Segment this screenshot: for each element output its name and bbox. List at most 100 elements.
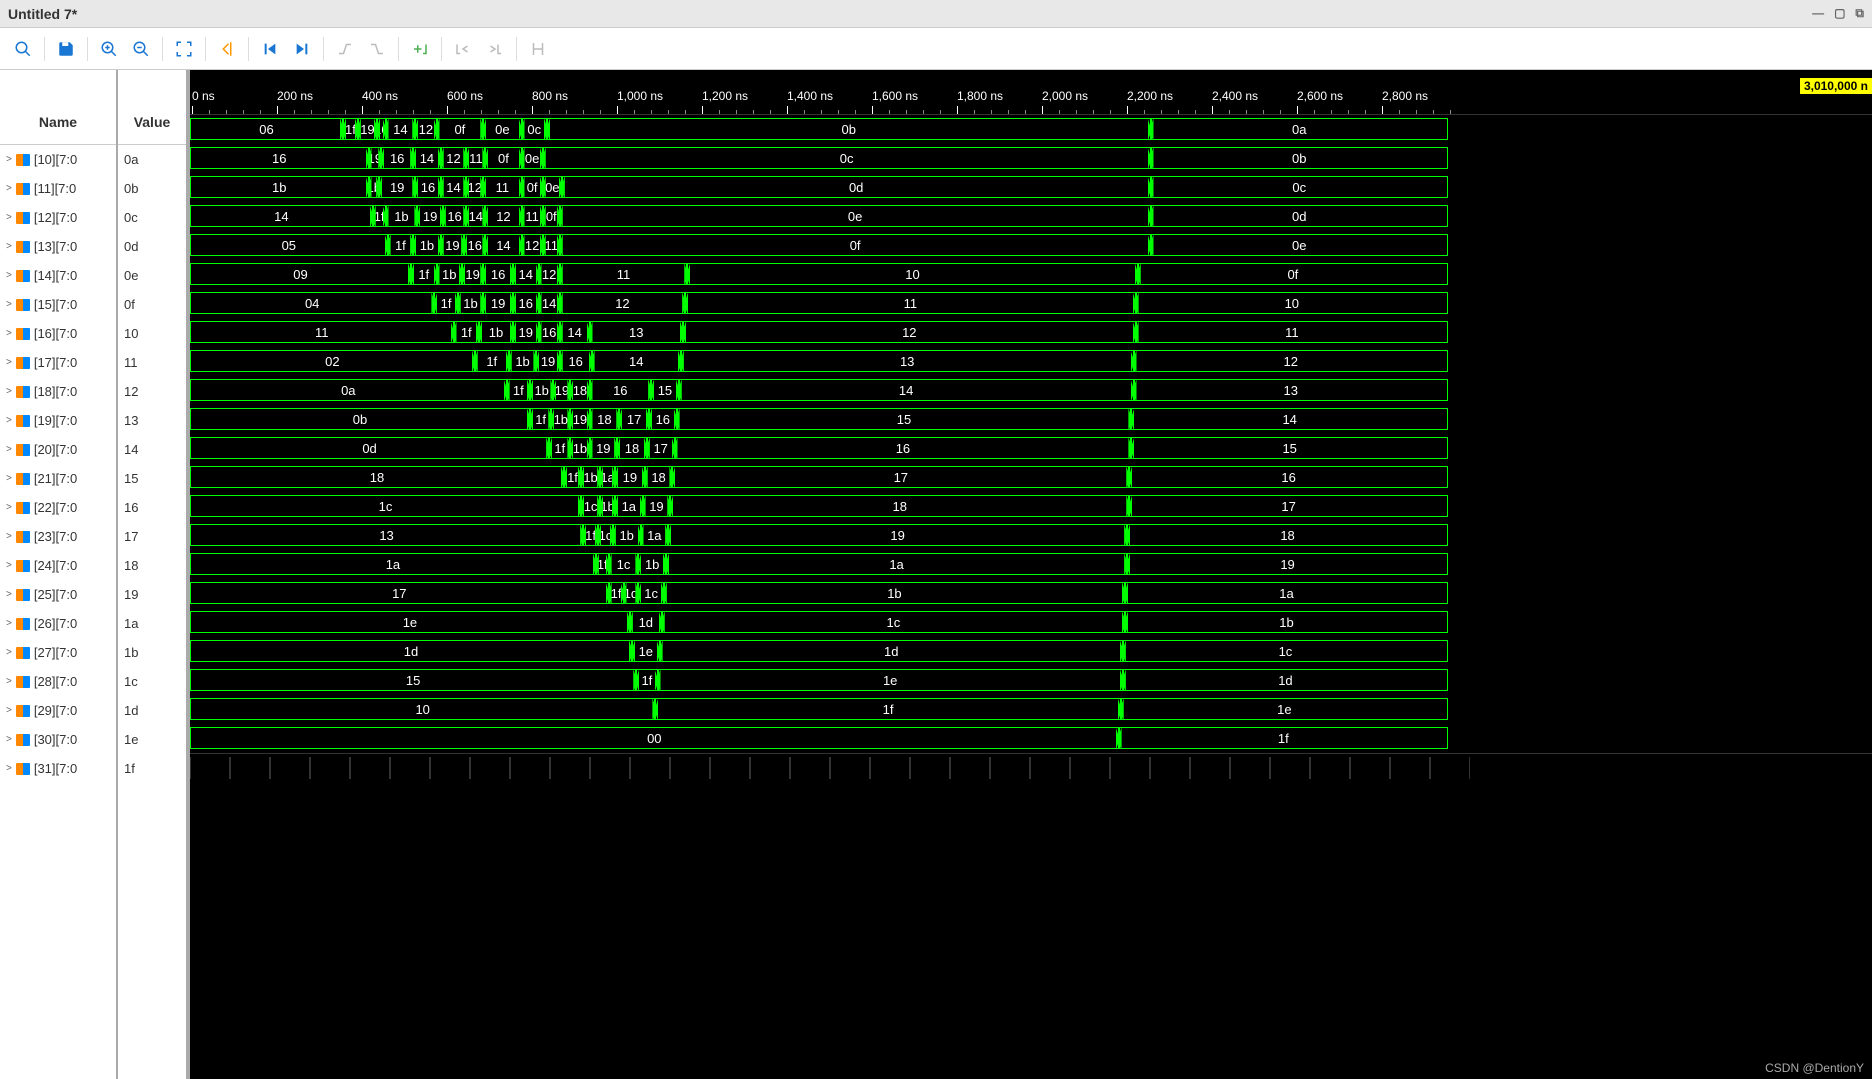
waveform-row[interactable]: 041f1b191614121110 (190, 289, 1872, 318)
waveform-row[interactable]: 171f1d1c1b1a (190, 579, 1872, 608)
expand-icon[interactable]: > (6, 299, 12, 310)
expand-icon[interactable]: > (6, 618, 12, 629)
waveform-row[interactable]: 0b1f1b191817161514 (190, 405, 1872, 434)
wave-segment: 12 (683, 321, 1136, 343)
signal-name-row[interactable]: > [10][7:0 (0, 145, 116, 174)
expand-icon[interactable]: > (6, 357, 12, 368)
wave-segment: 14 (1131, 408, 1448, 430)
expand-icon[interactable]: > (6, 560, 12, 571)
signal-name-row[interactable]: >[29][7:0 (0, 696, 116, 725)
expand-icon[interactable]: > (6, 415, 12, 426)
wave-segment: 19 (668, 524, 1127, 546)
save-icon[interactable] (51, 34, 81, 64)
expand-icon[interactable]: > (6, 473, 12, 484)
last-edge-icon[interactable] (287, 34, 317, 64)
waveform-row[interactable]: 111f1b191614131211 (190, 318, 1872, 347)
signal-name: [15][7:0 (34, 297, 77, 312)
signal-name-row[interactable]: >[20][7:0 (0, 435, 116, 464)
expand-icon[interactable]: > (6, 328, 12, 339)
scrollbar-track[interactable] (190, 753, 1872, 782)
signal-name-row[interactable]: >[18][7:0 (0, 377, 116, 406)
signal-name-row[interactable]: >[24][7:0 (0, 551, 116, 580)
expand-icon[interactable]: > (6, 763, 12, 774)
expand-icon[interactable]: > (6, 705, 12, 716)
signal-name-row[interactable]: >[25][7:0 (0, 580, 116, 609)
signal-name-row[interactable]: >[27][7:0 (0, 638, 116, 667)
waveform-row[interactable]: 151f1e1d (190, 666, 1872, 695)
signal-name-row[interactable]: >[13][7:0 (0, 232, 116, 261)
waveform-row[interactable]: 141f1b19161412110f0e0d (190, 202, 1872, 231)
signal-name-row[interactable]: >[12][7:0 (0, 203, 116, 232)
expand-icon[interactable]: > (6, 183, 12, 194)
zoom-fit-icon[interactable] (169, 34, 199, 64)
expand-icon[interactable]: > (6, 502, 12, 513)
bus-icon (16, 531, 30, 543)
wave-segment: 12 (466, 176, 483, 198)
wave-segment: 1b (551, 408, 570, 430)
minimize-icon[interactable]: — (1812, 6, 1824, 21)
wave-segment: 15 (190, 669, 636, 691)
signal-name-row[interactable]: >[21][7:0 (0, 464, 116, 493)
waveform-row[interactable]: 131f1c1b1a1918 (190, 521, 1872, 550)
signal-name-row[interactable]: >[11][7:0 (0, 174, 116, 203)
signal-name-row[interactable]: > [15][7:0 (0, 290, 116, 319)
wave-segment: 0e (522, 147, 543, 169)
signal-name-row[interactable]: >[30][7:0 (0, 725, 116, 754)
expand-icon[interactable]: > (6, 531, 12, 542)
signal-name-row[interactable]: >[19][7:0 (0, 406, 116, 435)
waveform-area[interactable]: 3,010,000 n 0 ns200 ns400 ns600 ns800 ns… (190, 70, 1872, 1079)
wave-segment: 19 (553, 379, 570, 401)
signal-name-row[interactable]: > [26][7:0 (0, 609, 116, 638)
waveform-row[interactable]: 1d1e1d1c (190, 637, 1872, 666)
waveform-row[interactable]: 181f1b1a19181716 (190, 463, 1872, 492)
expand-icon[interactable]: > (6, 270, 12, 281)
signal-name: [26][7:0 (34, 616, 77, 631)
signal-name-row[interactable]: > [22][7:0 (0, 493, 116, 522)
signal-value: 14 (118, 435, 186, 464)
signal-name-row[interactable]: >[31][7:0 (0, 754, 116, 783)
waveform-row[interactable]: 061f191614120f0e0c0b0a (190, 115, 1872, 144)
maximize-icon[interactable]: ▢ (1834, 6, 1845, 21)
expand-icon[interactable]: > (6, 676, 12, 687)
waveform-row[interactable]: 101f1e (190, 695, 1872, 724)
waveform-row[interactable]: 0d1f1b1918171615 (190, 434, 1872, 463)
waveform-row[interactable]: 051f1b19161412110f0e (190, 231, 1872, 260)
first-edge-icon[interactable] (255, 34, 285, 64)
goto-cursor-icon[interactable] (212, 34, 242, 64)
expand-icon[interactable]: > (6, 386, 12, 397)
expand-icon[interactable]: > (6, 444, 12, 455)
zoom-out-icon[interactable] (126, 34, 156, 64)
wave-segment: 18 (190, 466, 564, 488)
zoom-in-icon[interactable] (94, 34, 124, 64)
expand-icon[interactable]: > (6, 241, 12, 252)
waveform-row[interactable]: 001f (190, 724, 1872, 753)
restore-icon[interactable]: ⧉ (1855, 6, 1864, 21)
expand-icon[interactable]: > (6, 734, 12, 745)
waveform-row[interactable]: 1e1d1c1b (190, 608, 1872, 637)
waveform-row[interactable]: 1a1f1c1b1a19 (190, 550, 1872, 579)
ruler-tick: 2,000 ns (1042, 89, 1088, 103)
expand-icon[interactable]: > (6, 589, 12, 600)
signal-name: [22][7:0 (34, 500, 77, 515)
waveform-row[interactable]: 1c1c1b1a191817 (190, 492, 1872, 521)
waveform-row[interactable]: 0a1f1b191816151413 (190, 376, 1872, 405)
waveform-row[interactable]: 091f1b1916141211100f (190, 260, 1872, 289)
bus-icon (16, 763, 30, 775)
time-ruler[interactable]: 0 ns200 ns400 ns600 ns800 ns1,000 ns1,20… (190, 85, 1872, 115)
signal-name-row[interactable]: >[14][7:0 (0, 261, 116, 290)
signal-name-row[interactable]: >[17][7:0 (0, 348, 116, 377)
expand-icon[interactable]: > (6, 154, 12, 165)
bus-icon (16, 705, 30, 717)
waveform-row[interactable]: 1b1b19161412110f0e0d0c (190, 173, 1872, 202)
signal-name-row[interactable]: >[16][7:0 (0, 319, 116, 348)
waveform-row[interactable]: 1619161412110f0e0c0b (190, 144, 1872, 173)
waveform-row[interactable]: 021f1b1916141312 (190, 347, 1872, 376)
add-marker-icon[interactable] (405, 34, 435, 64)
signal-name-row[interactable]: >[23][7:0 (0, 522, 116, 551)
wave-segment: 1f (507, 379, 530, 401)
search-icon[interactable] (8, 34, 38, 64)
expand-icon[interactable]: > (6, 212, 12, 223)
expand-icon[interactable]: > (6, 647, 12, 658)
signal-name: [10][7:0 (34, 152, 77, 167)
signal-name-row[interactable]: >[28][7:0 (0, 667, 116, 696)
